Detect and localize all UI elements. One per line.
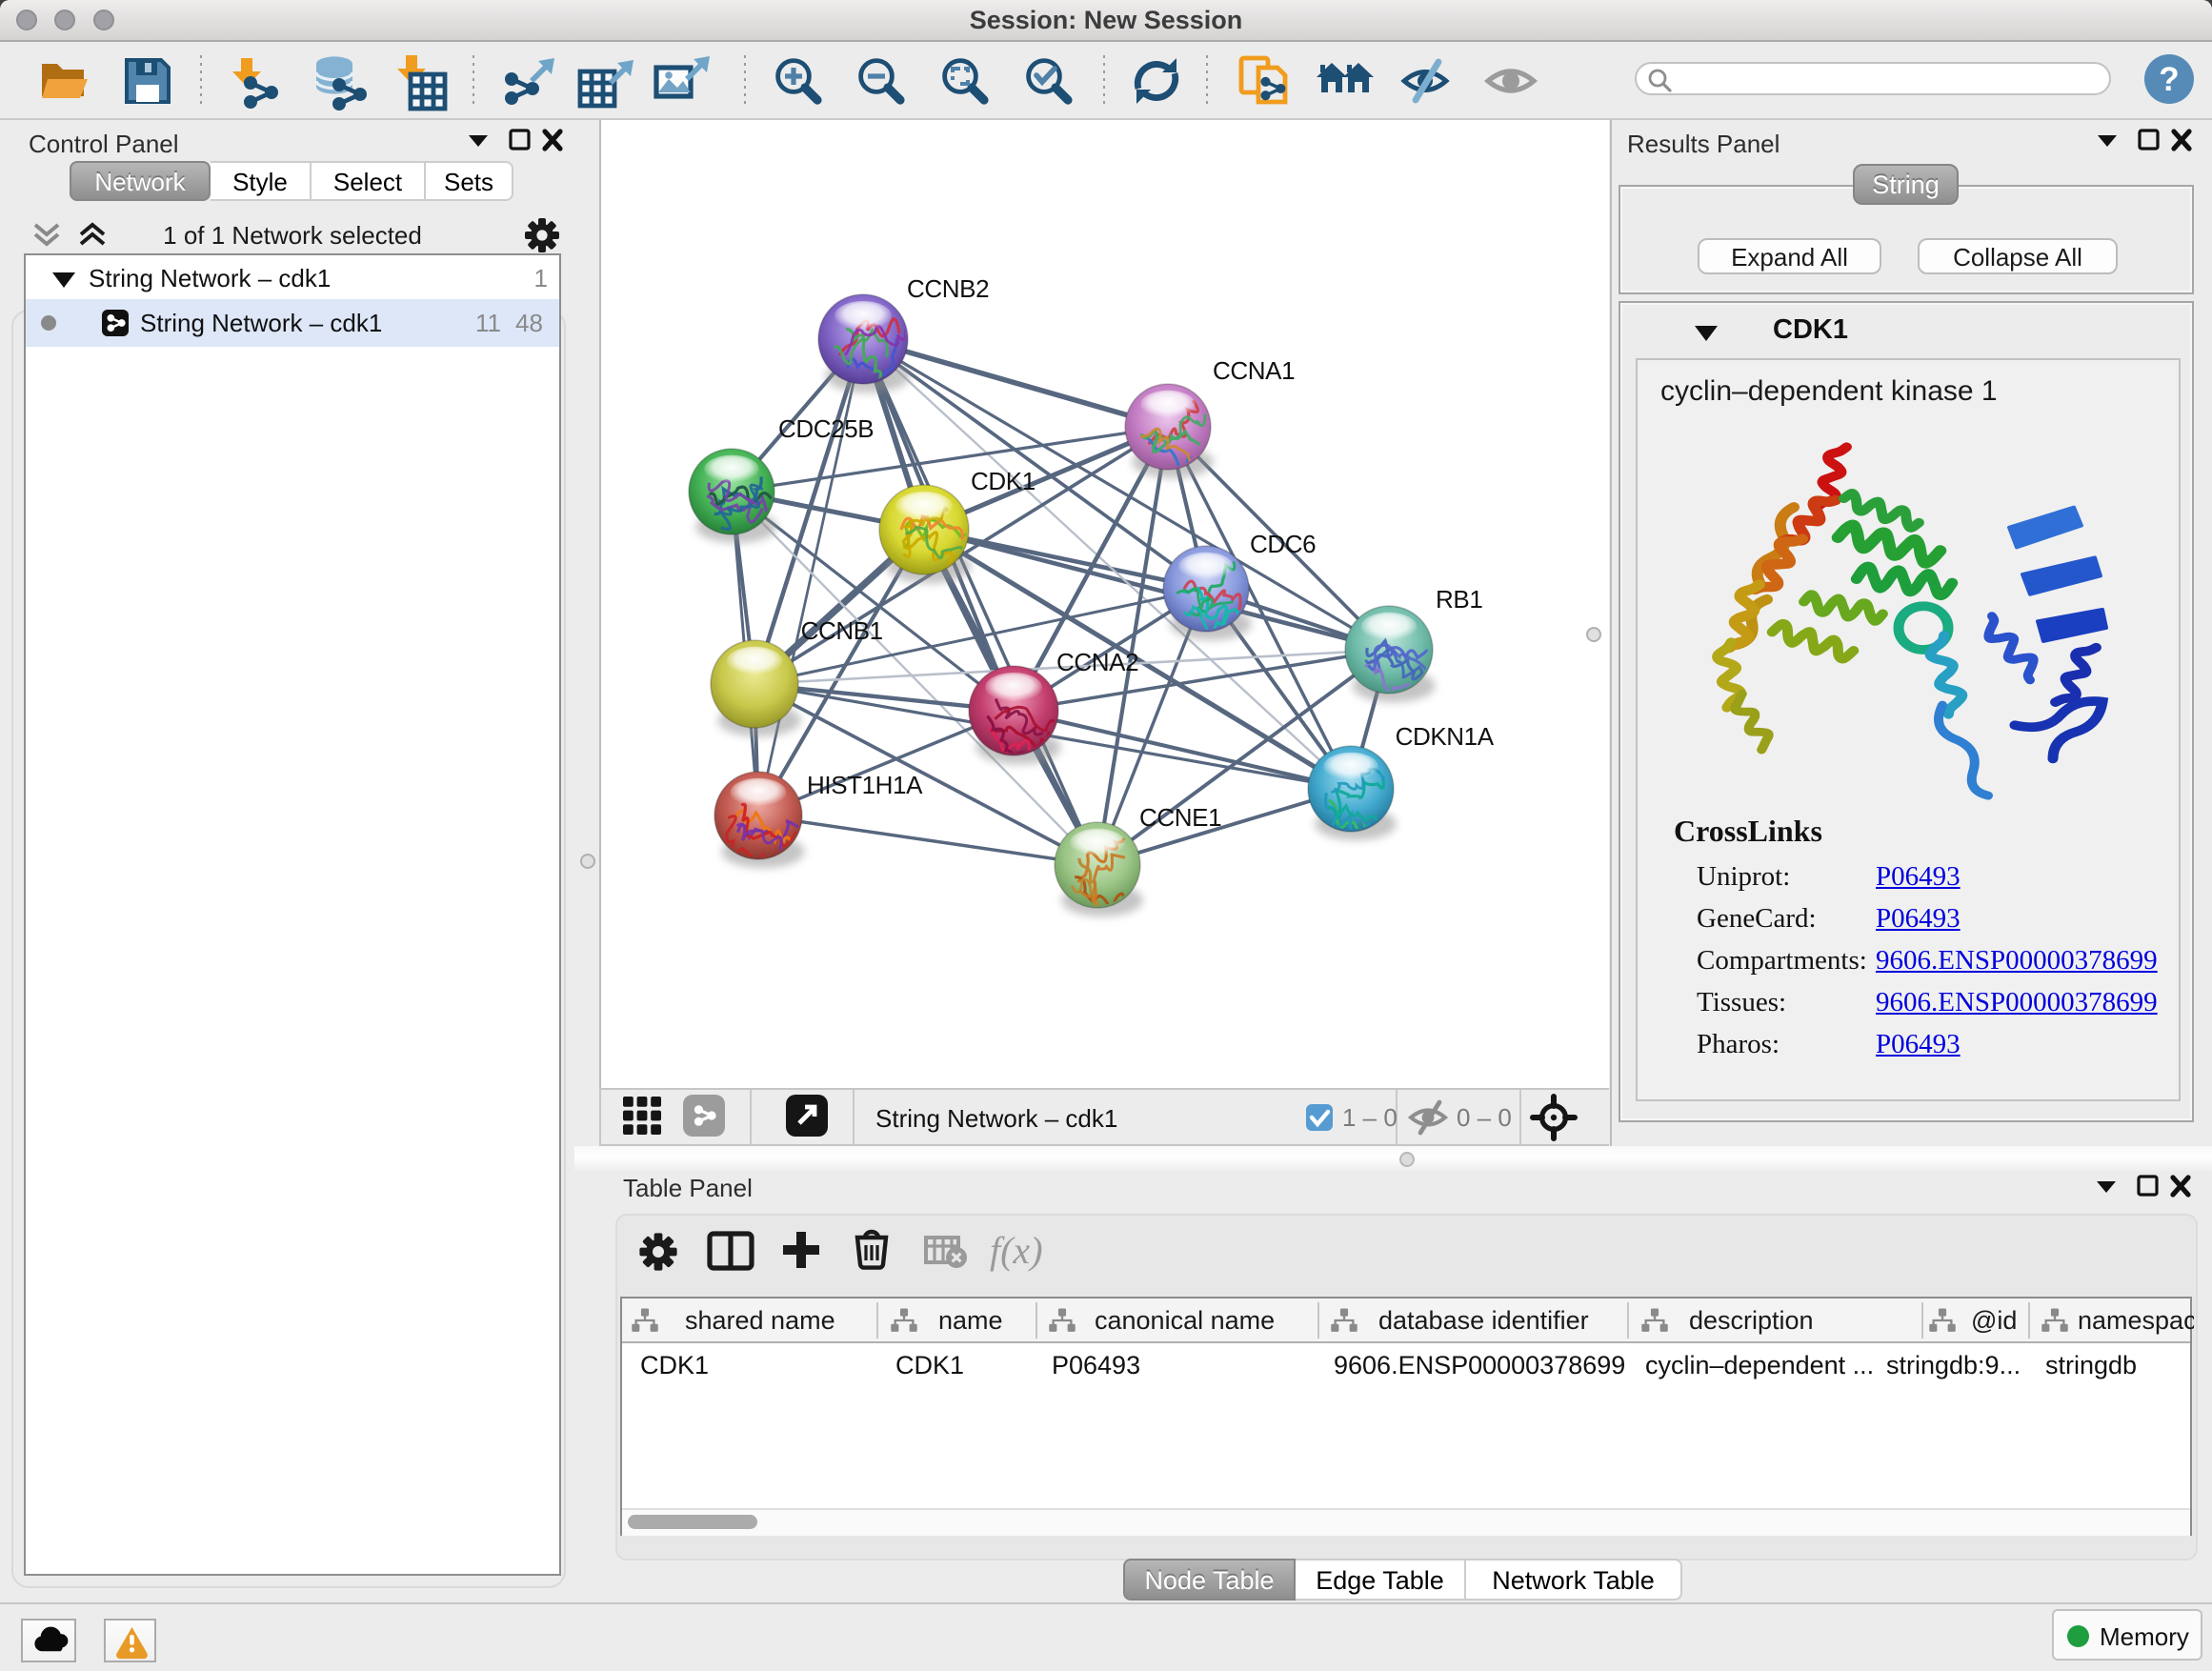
svg-text:?: ? xyxy=(2159,61,2179,98)
svg-text:name: name xyxy=(938,1306,1003,1335)
svg-text:canonical name: canonical name xyxy=(1095,1306,1275,1335)
svg-text:CDKN1A: CDKN1A xyxy=(1395,722,1494,751)
svg-text:f(x): f(x) xyxy=(990,1229,1043,1272)
svg-text:CDC25B: CDC25B xyxy=(778,414,874,443)
svg-text:database identifier: database identifier xyxy=(1378,1306,1589,1335)
svg-text:description: description xyxy=(1689,1306,1814,1335)
svg-text:CCNB1: CCNB1 xyxy=(800,616,882,645)
svg-text:CCNE1: CCNE1 xyxy=(1139,803,1221,832)
svg-text:shared name: shared name xyxy=(685,1306,835,1335)
svg-text:1 – 0: 1 – 0 xyxy=(1342,1103,1398,1132)
svg-text:CDK1: CDK1 xyxy=(971,467,1036,495)
svg-text:CCNA1: CCNA1 xyxy=(1213,356,1295,385)
svg-text:HIST1H1A: HIST1H1A xyxy=(807,771,923,799)
svg-text:CCNB2: CCNB2 xyxy=(907,274,989,303)
svg-text:RB1: RB1 xyxy=(1436,585,1482,614)
svg-text:CDC6: CDC6 xyxy=(1250,530,1316,558)
svg-text:0 – 0: 0 – 0 xyxy=(1457,1103,1512,1132)
svg-text:namespac: namespac xyxy=(2078,1306,2194,1335)
svg-text:String Network – cdk1: String Network – cdk1 xyxy=(875,1104,1117,1133)
svg-text:CCNA2: CCNA2 xyxy=(1056,648,1138,676)
svg-text:@id: @id xyxy=(1971,1306,2017,1335)
